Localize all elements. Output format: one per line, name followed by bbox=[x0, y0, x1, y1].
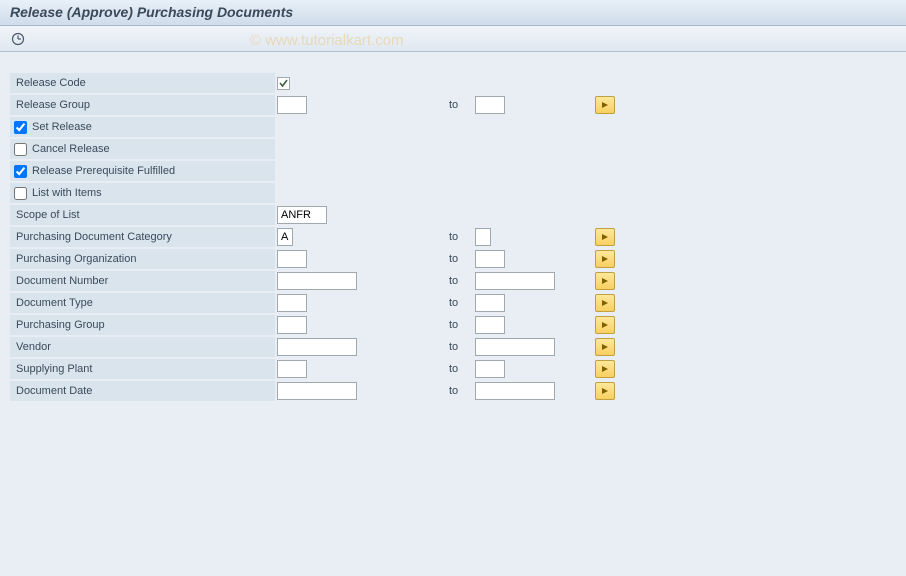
title-bar: Release (Approve) Purchasing Documents bbox=[0, 0, 906, 26]
doc-date-multi-button[interactable] bbox=[595, 382, 615, 400]
list-with-items-checkbox[interactable] bbox=[14, 187, 27, 200]
vendor-from[interactable] bbox=[277, 338, 357, 356]
supplying-plant-multi-button[interactable] bbox=[595, 360, 615, 378]
supplying-plant-to[interactable] bbox=[475, 360, 505, 378]
doc-number-multi-button[interactable] bbox=[595, 272, 615, 290]
supplying-plant-from[interactable] bbox=[277, 360, 307, 378]
row-set-release: Set Release bbox=[10, 116, 896, 138]
label-list-with-items: List with Items bbox=[32, 187, 102, 199]
label-doc-number: Document Number bbox=[10, 271, 275, 291]
row-release-prereq: Release Prerequisite Fulfilled bbox=[10, 160, 896, 182]
scope-of-list-input[interactable] bbox=[277, 206, 327, 224]
label-release-group: Release Group bbox=[10, 95, 275, 115]
label-scope-of-list: Scope of List bbox=[10, 205, 275, 225]
purch-group-to[interactable] bbox=[475, 316, 505, 334]
doc-category-from[interactable] bbox=[277, 228, 293, 246]
row-purch-org: Purchasing Organization to bbox=[10, 248, 896, 270]
execute-icon[interactable] bbox=[10, 31, 26, 47]
purch-group-multi-button[interactable] bbox=[595, 316, 615, 334]
row-doc-number: Document Number to bbox=[10, 270, 896, 292]
label-doc-date: Document Date bbox=[10, 381, 275, 401]
label-release-code: Release Code bbox=[10, 73, 275, 93]
release-group-from[interactable] bbox=[277, 96, 307, 114]
doc-date-to[interactable] bbox=[475, 382, 555, 400]
label-purch-org: Purchasing Organization bbox=[10, 249, 275, 269]
purch-org-from[interactable] bbox=[277, 250, 307, 268]
row-cancel-release: Cancel Release bbox=[10, 138, 896, 160]
doc-type-to[interactable] bbox=[475, 294, 505, 312]
release-group-multi-button[interactable] bbox=[595, 96, 615, 114]
row-doc-date: Document Date to bbox=[10, 380, 896, 402]
cancel-release-checkbox[interactable] bbox=[14, 143, 27, 156]
label-release-prereq: Release Prerequisite Fulfilled bbox=[32, 165, 175, 177]
purch-org-to[interactable] bbox=[475, 250, 505, 268]
row-list-with-items: List with Items bbox=[10, 182, 896, 204]
doc-type-multi-button[interactable] bbox=[595, 294, 615, 312]
label-cancel-release: Cancel Release bbox=[32, 143, 110, 155]
page-title: Release (Approve) Purchasing Documents bbox=[10, 4, 896, 20]
release-code-value-checkbox[interactable] bbox=[277, 77, 290, 90]
doc-category-to[interactable] bbox=[475, 228, 491, 246]
doc-number-to[interactable] bbox=[475, 272, 555, 290]
row-scope-of-list: Scope of List bbox=[10, 204, 896, 226]
label-purch-group: Purchasing Group bbox=[10, 315, 275, 335]
form-content: Release Code Release Group to Set Releas… bbox=[0, 52, 906, 412]
label-doc-category: Purchasing Document Category bbox=[10, 227, 275, 247]
label-supplying-plant: Supplying Plant bbox=[10, 359, 275, 379]
release-group-to[interactable] bbox=[475, 96, 505, 114]
label-doc-type: Document Type bbox=[10, 293, 275, 313]
toolbar bbox=[0, 26, 906, 52]
doc-date-from[interactable] bbox=[277, 382, 357, 400]
vendor-multi-button[interactable] bbox=[595, 338, 615, 356]
to-label: to bbox=[445, 99, 475, 111]
purch-group-from[interactable] bbox=[277, 316, 307, 334]
doc-category-multi-button[interactable] bbox=[595, 228, 615, 246]
vendor-to[interactable] bbox=[475, 338, 555, 356]
row-supplying-plant: Supplying Plant to bbox=[10, 358, 896, 380]
set-release-checkbox[interactable] bbox=[14, 121, 27, 134]
doc-number-from[interactable] bbox=[277, 272, 357, 290]
row-release-code: Release Code bbox=[10, 72, 896, 94]
row-doc-category: Purchasing Document Category to bbox=[10, 226, 896, 248]
release-prereq-checkbox[interactable] bbox=[14, 165, 27, 178]
row-vendor: Vendor to bbox=[10, 336, 896, 358]
doc-type-from[interactable] bbox=[277, 294, 307, 312]
row-release-group: Release Group to bbox=[10, 94, 896, 116]
row-purch-group: Purchasing Group to bbox=[10, 314, 896, 336]
label-vendor: Vendor bbox=[10, 337, 275, 357]
row-doc-type: Document Type to bbox=[10, 292, 896, 314]
label-set-release: Set Release bbox=[32, 121, 92, 133]
purch-org-multi-button[interactable] bbox=[595, 250, 615, 268]
